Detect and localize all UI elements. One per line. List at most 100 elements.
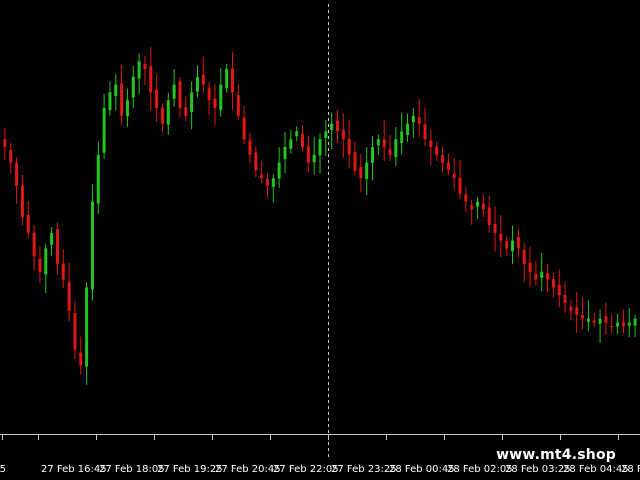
candle-body: [470, 205, 474, 210]
candle-body: [195, 76, 199, 92]
candle-body: [493, 224, 497, 233]
time-tick-label: 28 Feb 06:05: [621, 464, 640, 475]
candle-body: [400, 131, 404, 143]
candle-body: [330, 123, 334, 131]
candle-body: [9, 149, 13, 163]
candle-body: [300, 133, 304, 147]
candle-body: [359, 166, 363, 179]
candle-body: [283, 147, 287, 160]
candle-body: [598, 318, 602, 324]
candle-body: [15, 162, 19, 186]
candle-body: [540, 271, 544, 278]
candle-body: [458, 177, 462, 194]
watermark-text: www.mt4.shop: [492, 447, 620, 463]
candle-body: [522, 249, 526, 264]
time-tick-label: 28 Feb 03:25: [505, 464, 571, 475]
candle-body: [371, 147, 375, 163]
candle-body: [271, 178, 275, 187]
candle-body: [120, 83, 124, 116]
time-tick-label: 27 Feb 16:45: [41, 464, 107, 475]
candle-body: [277, 162, 281, 179]
candle-body: [201, 74, 205, 85]
candle-body: [476, 201, 480, 207]
candle-body: [172, 84, 176, 99]
candle-body: [190, 92, 194, 112]
candle-body: [441, 154, 445, 163]
candle-body: [20, 185, 24, 218]
candle-body: [516, 236, 520, 249]
candle-body: [592, 320, 596, 323]
candle-body: [551, 279, 555, 288]
candle-body: [487, 207, 491, 225]
candle-body: [324, 131, 328, 138]
candle-body: [73, 312, 77, 350]
candle-body: [44, 248, 48, 275]
candle-body: [627, 322, 631, 326]
candle-body: [55, 229, 59, 264]
candle-body: [50, 232, 54, 245]
candle-body: [621, 322, 625, 327]
candle-body: [336, 120, 340, 132]
candle-body: [160, 107, 164, 124]
candle-body: [575, 307, 579, 315]
candle-body: [207, 88, 211, 101]
time-tick-label: 27 Feb 18:05: [99, 464, 165, 475]
candle-body: [446, 162, 450, 171]
candle-body: [143, 64, 147, 69]
candle-body: [155, 89, 159, 108]
candle-body: [254, 152, 258, 171]
candle-body: [586, 318, 590, 322]
candle-body: [347, 138, 351, 155]
candle-body: [464, 194, 468, 202]
time-tick-label: 28 Feb 04:45: [563, 464, 629, 475]
candle-body: [406, 123, 410, 136]
candle-body: [481, 203, 485, 210]
candle-body: [295, 131, 299, 137]
candle-body: [581, 315, 585, 319]
candle-body: [61, 263, 65, 280]
candle-body: [26, 215, 30, 233]
time-tick-label: 27 Feb 23:25: [331, 464, 397, 475]
candle-body: [184, 107, 188, 116]
price-chart[interactable]: 5 27 Feb 16:4527 Feb 18:0527 Feb 19:2527 …: [0, 0, 640, 480]
time-tick-label: 27 Feb 20:45: [215, 464, 281, 475]
candle-body: [102, 108, 106, 153]
candle-body: [633, 318, 637, 326]
candle-body: [131, 76, 135, 98]
candle-body: [225, 69, 229, 89]
candle-body: [149, 66, 153, 93]
candle-body: [260, 174, 264, 179]
candle-body: [546, 273, 550, 280]
candle-body: [452, 173, 456, 179]
candle-body: [616, 322, 620, 327]
candle-body: [90, 201, 94, 290]
candle-body: [85, 287, 89, 367]
candle-body: [213, 98, 217, 108]
candle-body: [353, 152, 357, 171]
candle-body: [376, 139, 380, 146]
candle-body: [3, 139, 7, 147]
candle-body: [388, 149, 392, 155]
candle-body: [563, 294, 567, 303]
candle-body: [289, 139, 293, 149]
candle-body: [341, 129, 345, 140]
candle-body: [411, 115, 415, 123]
candle-body: [394, 139, 398, 158]
candle-body: [236, 95, 240, 116]
candle-body: [67, 282, 71, 311]
time-tick-label: 28 Feb 00:45: [389, 464, 455, 475]
time-tick-label: 28 Feb 02:05: [447, 464, 513, 475]
time-tick-label: 5: [0, 464, 6, 475]
candle-body: [248, 140, 252, 155]
candle-body: [417, 117, 421, 124]
candle-body: [265, 178, 269, 186]
candle-body: [511, 240, 515, 252]
candle-body: [429, 140, 433, 147]
candle-body: [604, 316, 608, 323]
candle-body: [114, 84, 118, 96]
candle-body: [137, 61, 141, 79]
candle-body: [365, 162, 369, 180]
time-tick-label: 27 Feb 19:25: [157, 464, 223, 475]
candle-body: [108, 92, 112, 111]
candle-body: [166, 100, 170, 125]
